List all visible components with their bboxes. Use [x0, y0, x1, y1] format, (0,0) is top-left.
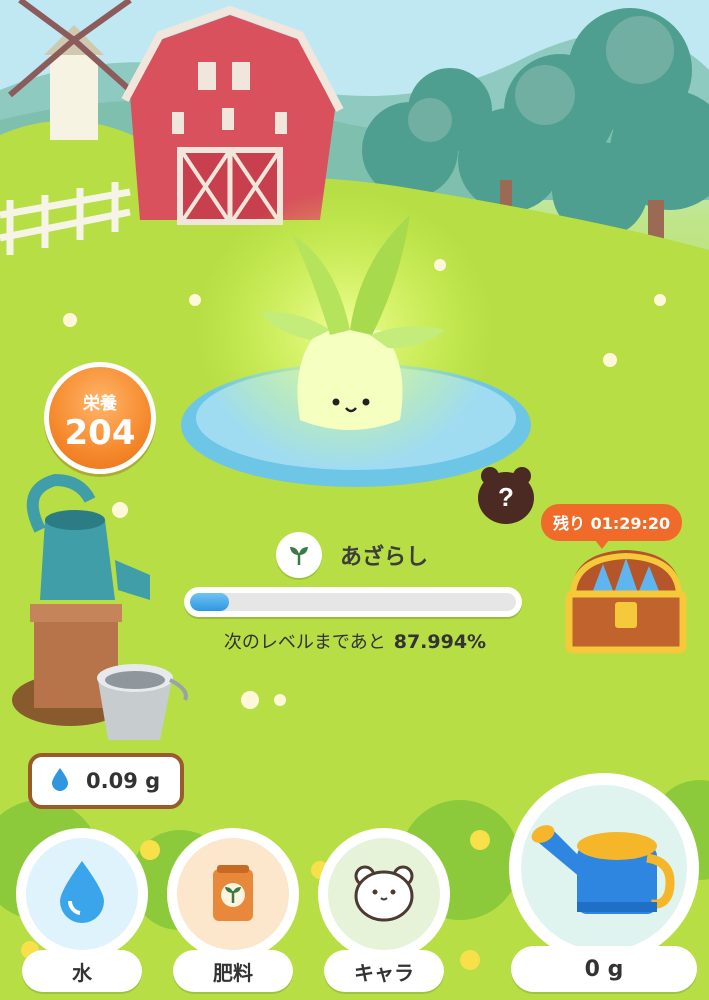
water-menu-label[interactable]: 水: [22, 950, 142, 992]
hamster-icon: [351, 862, 417, 926]
progress-fill: [190, 593, 230, 611]
next-level-prefix: 次のレベルまであと: [223, 632, 386, 653]
water-stock-box: 0.09 g: [28, 753, 184, 809]
water-drop-icon: [50, 767, 70, 795]
character-menu-label[interactable]: キャラ: [324, 950, 444, 992]
water-menu-button[interactable]: [16, 828, 148, 960]
watering-can-button[interactable]: [509, 773, 699, 963]
treasure-chest[interactable]: [561, 536, 691, 666]
next-level-text: 次のレベルまであと 87.994%: [150, 628, 560, 654]
water-drop-icon: [56, 859, 108, 929]
mystery-symbol: ?: [498, 482, 514, 512]
character-menu-button[interactable]: [318, 828, 450, 960]
nutrition-badge: 栄養 204: [44, 362, 156, 474]
red-barn: [121, 5, 344, 225]
fertilizer-menu-button[interactable]: [167, 828, 299, 960]
game-scene: 栄養 204 ? 残り 01:29:20 あざらし 次のレベルまであと 87.99…: [0, 0, 709, 1000]
water-stock-amount: 0.09 g: [86, 769, 161, 793]
level-progress-bar: [184, 587, 522, 617]
nutrition-value: 204: [64, 412, 136, 453]
progress-track: [190, 593, 516, 611]
next-level-percent: 87.994%: [393, 631, 487, 653]
nutrition-label: 栄養: [83, 393, 117, 414]
watering-can-amount[interactable]: 0 g: [511, 946, 697, 992]
fertilizer-menu-label[interactable]: 肥料: [173, 950, 293, 992]
fertilizer-bag-icon: [209, 861, 257, 927]
character-name-tag: あざらし: [276, 532, 428, 578]
sprout-icon: [276, 532, 322, 578]
watering-can-icon: [529, 806, 679, 930]
mystery-character[interactable]: ?: [474, 462, 538, 526]
character-name: あざらし: [340, 545, 429, 570]
